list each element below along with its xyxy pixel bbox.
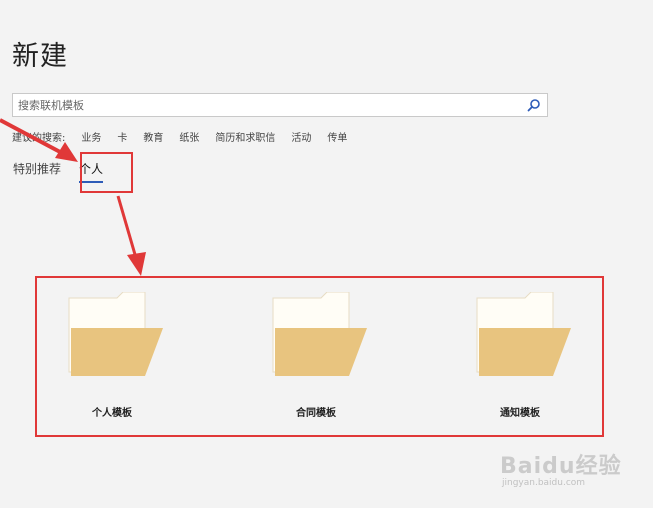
- annotation-arrow-to-folders: [116, 195, 138, 259]
- folder-contract-templates[interactable]: 合同模板: [251, 292, 381, 422]
- baidu-watermark: Baidu经验 jingyan.baidu.com: [500, 440, 640, 500]
- annotation-arrows: [0, 118, 146, 276]
- watermark-logo: Baidu经验: [500, 454, 622, 479]
- folder-notice-templates[interactable]: 通知模板: [455, 292, 585, 422]
- annotation-arrowhead-folders: [127, 252, 146, 276]
- folder-icon: [476, 292, 571, 376]
- folder-icon: [272, 292, 367, 376]
- folder-label: 合同模板: [296, 408, 336, 419]
- folder-label: 通知模板: [500, 408, 540, 419]
- folder-icon: [68, 292, 163, 376]
- watermark-url: jingyan.baidu.com: [502, 478, 586, 488]
- folder-personal-templates[interactable]: 个人模板: [47, 292, 177, 422]
- folder-label: 个人模板: [92, 408, 132, 419]
- annotation-arrow-to-tab: [0, 118, 63, 155]
